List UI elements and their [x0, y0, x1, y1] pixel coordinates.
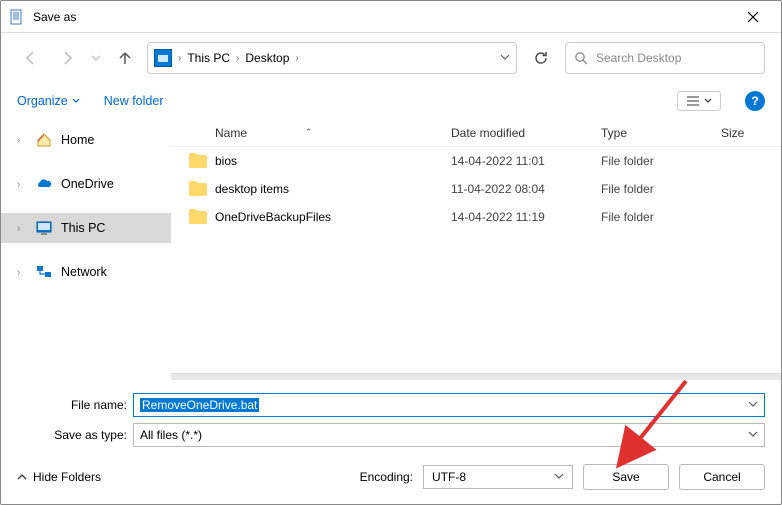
sidebar-item-network[interactable]: › Network — [1, 257, 171, 287]
column-name[interactable]: Name⌃ — [171, 126, 451, 140]
app-icon — [9, 9, 25, 25]
cancel-button[interactable]: Cancel — [679, 464, 765, 490]
navbar: › This PC › Desktop › Search Desktop — [1, 33, 781, 83]
network-icon — [35, 263, 53, 281]
chevron-right-icon: › — [178, 53, 181, 64]
close-button[interactable] — [733, 2, 773, 32]
column-date-modified[interactable]: Date modified — [451, 126, 601, 140]
chevron-right-icon: › — [295, 53, 298, 64]
chevron-up-icon — [17, 472, 27, 482]
window-title: Save as — [33, 10, 76, 24]
chevron-down-icon[interactable] — [554, 470, 564, 484]
sidebar-item-home[interactable]: › Home — [1, 125, 171, 155]
view-options-button[interactable] — [677, 91, 721, 111]
chevron-down-icon[interactable] — [748, 398, 758, 412]
new-folder-button[interactable]: New folder — [104, 94, 164, 108]
file-row[interactable]: bios 14-04-2022 11:01 File folder — [171, 147, 781, 175]
sidebar-item-onedrive[interactable]: › OneDrive — [1, 169, 171, 199]
save-as-type-label: Save as type: — [17, 428, 127, 442]
folder-icon — [189, 209, 207, 225]
home-icon — [35, 131, 53, 149]
encoding-label: Encoding: — [360, 470, 413, 484]
chevron-right-icon: › — [236, 53, 239, 64]
search-input[interactable]: Search Desktop — [565, 42, 765, 74]
expand-icon[interactable]: › — [17, 179, 27, 190]
file-list: Name⌃ Date modified Type Size bios 14-04… — [171, 119, 781, 380]
save-as-type-select[interactable]: All files (*.*) — [133, 423, 765, 447]
address-dropdown[interactable] — [500, 51, 510, 65]
file-name-label: File name: — [17, 398, 127, 412]
search-icon — [574, 51, 588, 65]
expand-icon[interactable]: › — [17, 223, 27, 234]
toolbar: Organize New folder ? — [1, 83, 781, 119]
column-headers[interactable]: Name⌃ Date modified Type Size — [171, 119, 781, 147]
file-row[interactable]: OneDriveBackupFiles 14-04-2022 11:19 Fil… — [171, 203, 781, 231]
up-button[interactable] — [111, 44, 139, 72]
column-size[interactable]: Size — [721, 126, 781, 140]
dialog-footer: Hide Folders Encoding: UTF-8 Save Cancel — [1, 450, 781, 504]
save-as-dialog: Save as › This PC › Desktop › — [0, 0, 782, 505]
onedrive-icon — [35, 175, 53, 193]
titlebar: Save as — [1, 1, 781, 33]
encoding-select[interactable]: UTF-8 — [423, 465, 573, 489]
file-row[interactable]: desktop items 11-04-2022 08:04 File fold… — [171, 175, 781, 203]
organize-menu[interactable]: Organize — [17, 94, 80, 108]
expand-icon[interactable]: › — [17, 267, 27, 278]
breadcrumb-thispc[interactable]: This PC — [187, 51, 230, 65]
save-button[interactable]: Save — [583, 464, 669, 490]
file-name-input[interactable]: RemoveOneDrive.bat — [133, 393, 765, 417]
column-type[interactable]: Type — [601, 126, 721, 140]
forward-button[interactable] — [53, 44, 81, 72]
chevron-down-icon — [704, 97, 712, 105]
thispc-icon — [154, 49, 172, 67]
chevron-down-icon — [72, 97, 80, 105]
expand-icon[interactable]: › — [17, 135, 27, 146]
save-form: File name: RemoveOneDrive.bat Save as ty… — [1, 380, 781, 450]
sort-indicator-icon: ⌃ — [305, 127, 313, 138]
list-icon — [686, 95, 700, 107]
thispc-icon — [35, 219, 53, 237]
search-placeholder: Search Desktop — [596, 51, 681, 65]
sidebar-item-thispc[interactable]: › This PC — [1, 213, 171, 243]
folder-icon — [189, 153, 207, 169]
folder-icon — [189, 181, 207, 197]
back-button[interactable] — [17, 44, 45, 72]
chevron-down-icon[interactable] — [748, 428, 758, 442]
sidebar: › Home › OneDrive › This PC › Network — [1, 119, 171, 380]
horizontal-scrollbar[interactable] — [171, 373, 781, 380]
breadcrumb-desktop[interactable]: Desktop — [245, 51, 289, 65]
hide-folders-toggle[interactable]: Hide Folders — [17, 470, 101, 484]
help-button[interactable]: ? — [745, 91, 765, 111]
address-bar[interactable]: › This PC › Desktop › — [147, 42, 517, 74]
refresh-button[interactable] — [525, 42, 557, 74]
recent-dropdown[interactable] — [89, 44, 103, 72]
